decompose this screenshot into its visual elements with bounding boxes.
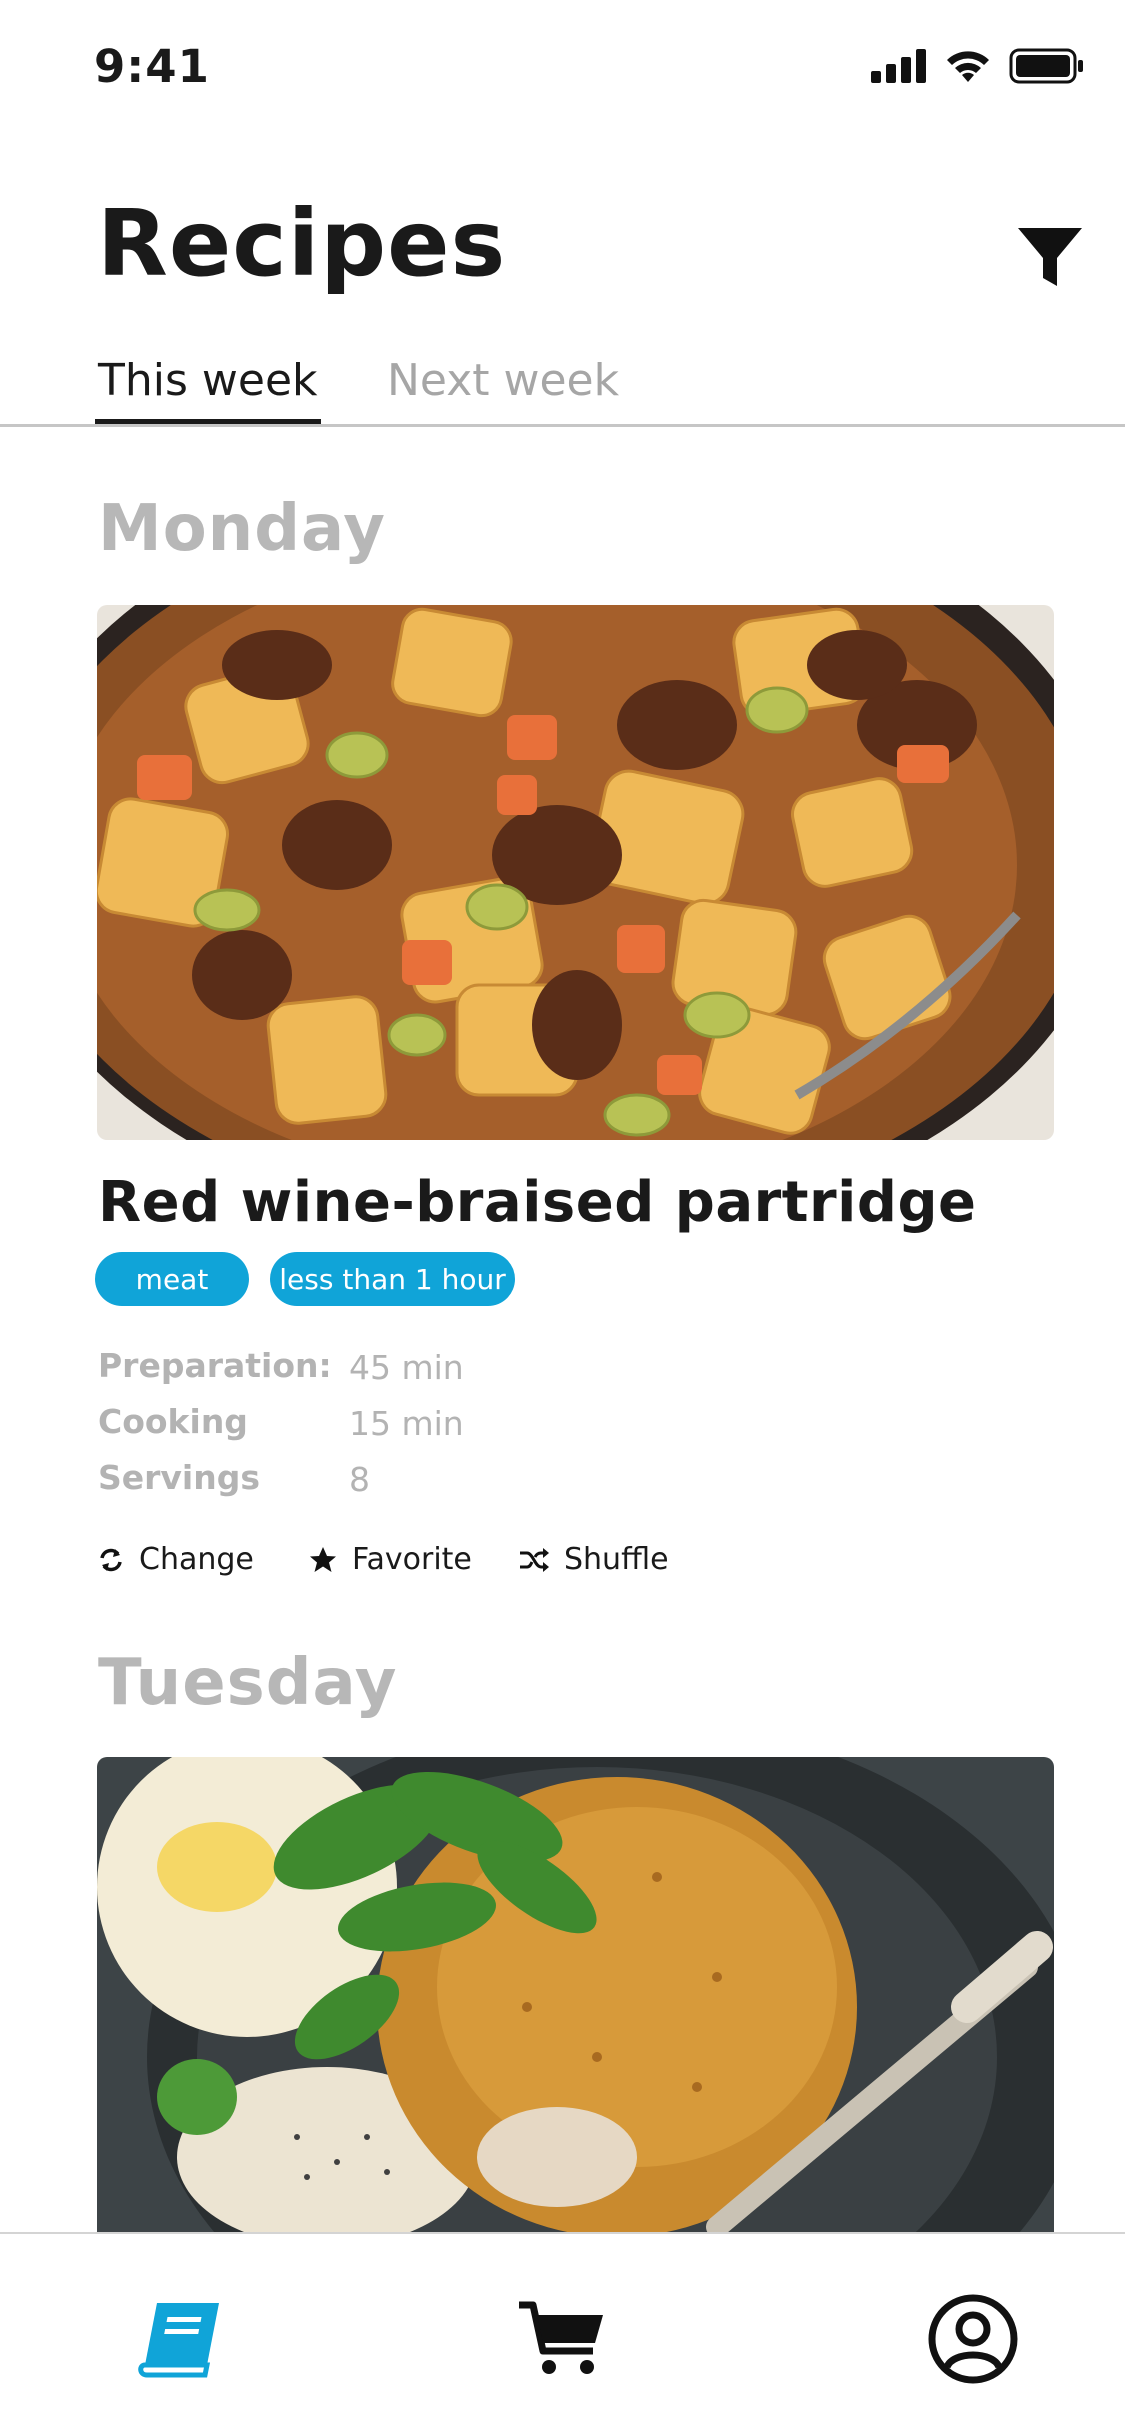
tag-duration[interactable]: less than 1 hour: [270, 1252, 515, 1306]
status-icons: [871, 48, 1085, 84]
page-title: Recipes: [97, 190, 507, 297]
change-button[interactable]: Change: [97, 1542, 254, 1577]
status-bar: 9:41: [0, 0, 1125, 135]
preparation-label: Preparation:: [98, 1346, 332, 1385]
preparation-value: 45 min: [349, 1348, 464, 1387]
day-title-monday: Monday: [98, 492, 386, 566]
cooking-label: Cooking: [98, 1402, 248, 1441]
change-label: Change: [139, 1542, 254, 1577]
star-icon: [310, 1546, 336, 1572]
servings-value: 8: [349, 1460, 370, 1499]
cart-icon: [519, 2301, 603, 2374]
recipe-image[interactable]: [97, 605, 1054, 1140]
bottom-nav: [0, 2232, 1125, 2436]
recipe-book-icon: [138, 2303, 219, 2378]
tag-meat[interactable]: meat: [95, 1252, 249, 1306]
status-time: 9:41: [94, 40, 210, 93]
tab-this-week[interactable]: This week: [95, 355, 321, 424]
shuffle-label: Shuffle: [564, 1542, 669, 1577]
wifi-icon: [947, 51, 989, 82]
signal-icon: [871, 49, 926, 83]
week-tabs: This week Next week: [0, 355, 1125, 427]
filter-button[interactable]: [1010, 222, 1090, 292]
recipe-image-tuesday[interactable]: [97, 1757, 1054, 2235]
nav-cart[interactable]: [512, 2289, 612, 2389]
filter-icon: [1018, 228, 1082, 286]
nav-profile[interactable]: [923, 2289, 1023, 2389]
profile-icon: [928, 2294, 1018, 2384]
cooking-value: 15 min: [349, 1404, 464, 1443]
servings-label: Servings: [98, 1458, 261, 1497]
shuffle-icon: [520, 1547, 549, 1572]
shuffle-button[interactable]: Shuffle: [518, 1542, 669, 1577]
day-title-tuesday: Tuesday: [98, 1646, 398, 1720]
recipe-title[interactable]: Red wine-braised partridge: [98, 1170, 977, 1235]
battery-icon: [1009, 48, 1083, 84]
favorite-button[interactable]: Favorite: [308, 1542, 472, 1577]
favorite-label: Favorite: [352, 1542, 472, 1577]
tab-next-week[interactable]: Next week: [387, 355, 619, 406]
refresh-icon: [100, 1548, 122, 1571]
nav-recipes[interactable]: [130, 2289, 230, 2389]
